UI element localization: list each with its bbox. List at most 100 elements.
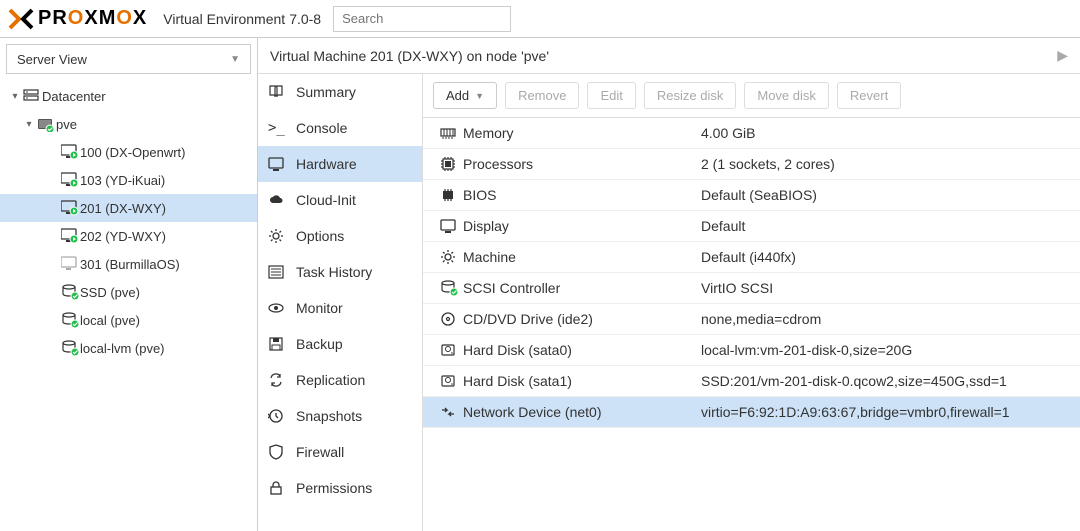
subnav-item-label: Replication — [296, 372, 365, 388]
lock-icon — [268, 480, 286, 496]
history-icon — [268, 408, 286, 424]
hardware-row[interactable]: Network Device (net0)virtio=F6:92:1D:A9:… — [423, 397, 1080, 428]
subnav-item-label: Permissions — [296, 480, 372, 496]
book-icon — [268, 84, 286, 100]
hardware-row-value: Default (i440fx) — [701, 249, 1068, 265]
tree-item-label: Datacenter — [42, 89, 106, 104]
tree-item-label: local (pve) — [80, 313, 140, 328]
hardware-row[interactable]: BIOSDefault (SeaBIOS) — [423, 180, 1080, 211]
left-panel: Server View ▼ ▾ Datacenter ▾ pve 100 (DX-Ope… — [0, 38, 258, 531]
hardware-row-key: BIOS — [463, 187, 701, 203]
tree-item[interactable]: 301 (BurmillaOS) — [0, 250, 257, 278]
view-selector[interactable]: Server View ▼ — [6, 44, 251, 74]
save-icon — [268, 336, 286, 352]
hardware-row-value: local-lvm:vm-201-disk-0,size=20G — [701, 342, 1068, 358]
hardware-row[interactable]: CD/DVD Drive (ide2)none,media=cdrom — [423, 304, 1080, 335]
hardware-row-value: Default — [701, 218, 1068, 234]
remove-button[interactable]: Remove — [505, 82, 579, 109]
subnav-item-firewall[interactable]: Firewall — [258, 434, 422, 470]
tree-item[interactable]: SSD (pve) — [0, 278, 257, 306]
hardware-row-value: 2 (1 sockets, 2 cores) — [701, 156, 1068, 172]
hardware-row[interactable]: Hard Disk (sata1)SSD:201/vm-201-disk-0.q… — [423, 366, 1080, 397]
subnav-item-label: Backup — [296, 336, 343, 352]
eye-icon — [268, 300, 286, 316]
hardware-row[interactable]: DisplayDefault — [423, 211, 1080, 242]
tree-item[interactable]: 202 (YD-WXY) — [0, 222, 257, 250]
add-button[interactable]: Add ▼ — [433, 82, 497, 109]
view-selector-label: Server View — [17, 52, 87, 67]
tree-item-label: 103 (YD-iKuai) — [80, 173, 165, 188]
subnav-item-label: Task History — [296, 264, 372, 280]
resize-disk-button[interactable]: Resize disk — [644, 82, 736, 109]
list-icon — [268, 264, 286, 280]
revert-button[interactable]: Revert — [837, 82, 901, 109]
product-name: Virtual Environment — [163, 11, 285, 27]
hardware-toolbar: Add ▼ Remove Edit Resize disk Move disk … — [423, 74, 1080, 118]
subnav-item-permissions[interactable]: Permissions — [258, 470, 422, 506]
cloud-icon — [268, 192, 286, 208]
chevron-down-icon: ▼ — [230, 54, 240, 65]
add-button-label: Add — [446, 88, 469, 103]
subnav-item-monitor[interactable]: Monitor — [258, 290, 422, 326]
replication-icon — [268, 372, 286, 388]
content-title: Virtual Machine 201 (DX-WXY) on node 'pv… — [270, 48, 549, 64]
move-disk-button[interactable]: Move disk — [744, 82, 829, 109]
subnav-item-snapshots[interactable]: Snapshots — [258, 398, 422, 434]
subnav-item-summary[interactable]: Summary — [258, 74, 422, 110]
hardware-row-value: none,media=cdrom — [701, 311, 1068, 327]
gear-icon — [268, 228, 286, 244]
hardware-row[interactable]: Memory4.00 GiB — [423, 118, 1080, 149]
terminal-icon — [268, 120, 286, 136]
tree-item[interactable]: ▾ Datacenter — [0, 82, 257, 110]
hardware-row[interactable]: Hard Disk (sata0)local-lvm:vm-201-disk-0… — [423, 335, 1080, 366]
subnav-item-label: Summary — [296, 84, 356, 100]
tree-item[interactable]: local (pve) — [0, 306, 257, 334]
hardware-row[interactable]: SCSI ControllerVirtIO SCSI — [423, 273, 1080, 304]
tree-item-label: SSD (pve) — [80, 285, 140, 300]
resource-tree: ▾ Datacenter ▾ pve 100 (DX-Openwrt) 103 (YD-i… — [0, 80, 257, 531]
tree-item-label: local-lvm (pve) — [80, 341, 165, 356]
sub-navigation: Summary Console HardwareCloud-Init Options T… — [258, 74, 423, 531]
vm-running-icon — [60, 228, 80, 244]
subnav-item-task-history[interactable]: Task History — [258, 254, 422, 290]
gear-icon — [435, 249, 463, 265]
hardware-row-value: virtio=F6:92:1D:A9:63:67,bridge=vmbr0,fi… — [701, 404, 1068, 420]
tree-item-label: 202 (YD-WXY) — [80, 229, 166, 244]
tree-item[interactable]: ▾ pve — [0, 110, 257, 138]
storage-icon — [435, 280, 463, 296]
tree-item[interactable]: 103 (YD-iKuai) — [0, 166, 257, 194]
storage-icon — [60, 312, 80, 328]
subnav-item-label: Options — [296, 228, 344, 244]
shield-icon — [268, 444, 286, 460]
search-input[interactable] — [333, 6, 511, 32]
subnav-item-cloud-init[interactable]: Cloud-Init — [258, 182, 422, 218]
hardware-row-key: CD/DVD Drive (ide2) — [463, 311, 701, 327]
hardware-row-key: Network Device (net0) — [463, 404, 701, 420]
expand-icon[interactable]: ▾ — [8, 91, 22, 102]
cpu-icon — [435, 156, 463, 172]
main-panel: Virtual Machine 201 (DX-WXY) on node 'pv… — [258, 38, 1080, 531]
hardware-row-key: Hard Disk (sata0) — [463, 342, 701, 358]
tree-item-label: pve — [56, 117, 77, 132]
hardware-row-value: Default (SeaBIOS) — [701, 187, 1068, 203]
subnav-item-hardware[interactable]: Hardware — [258, 146, 422, 182]
subnav-item-label: Snapshots — [296, 408, 362, 424]
edit-button[interactable]: Edit — [587, 82, 635, 109]
vm-running-icon — [60, 200, 80, 216]
hardware-row[interactable]: Processors2 (1 sockets, 2 cores) — [423, 149, 1080, 180]
subnav-item-label: Console — [296, 120, 347, 136]
hardware-grid: Memory4.00 GiBProcessors2 (1 sockets, 2 … — [423, 118, 1080, 531]
hardware-row[interactable]: MachineDefault (i440fx) — [423, 242, 1080, 273]
tree-item[interactable]: local-lvm (pve) — [0, 334, 257, 362]
scroll-right-icon[interactable]: ▶ — [1057, 47, 1068, 64]
tree-item-label: 201 (DX-WXY) — [80, 201, 166, 216]
subnav-item-replication[interactable]: Replication — [258, 362, 422, 398]
tree-item[interactable]: 201 (DX-WXY) — [0, 194, 257, 222]
expand-icon[interactable]: ▾ — [22, 119, 36, 130]
vm-stopped-icon — [60, 256, 80, 272]
subnav-item-options[interactable]: Options — [258, 218, 422, 254]
subnav-item-console[interactable]: Console — [258, 110, 422, 146]
top-bar: PROXMOX Virtual Environment 7.0-8 — [0, 0, 1080, 38]
subnav-item-backup[interactable]: Backup — [258, 326, 422, 362]
tree-item[interactable]: 100 (DX-Openwrt) — [0, 138, 257, 166]
